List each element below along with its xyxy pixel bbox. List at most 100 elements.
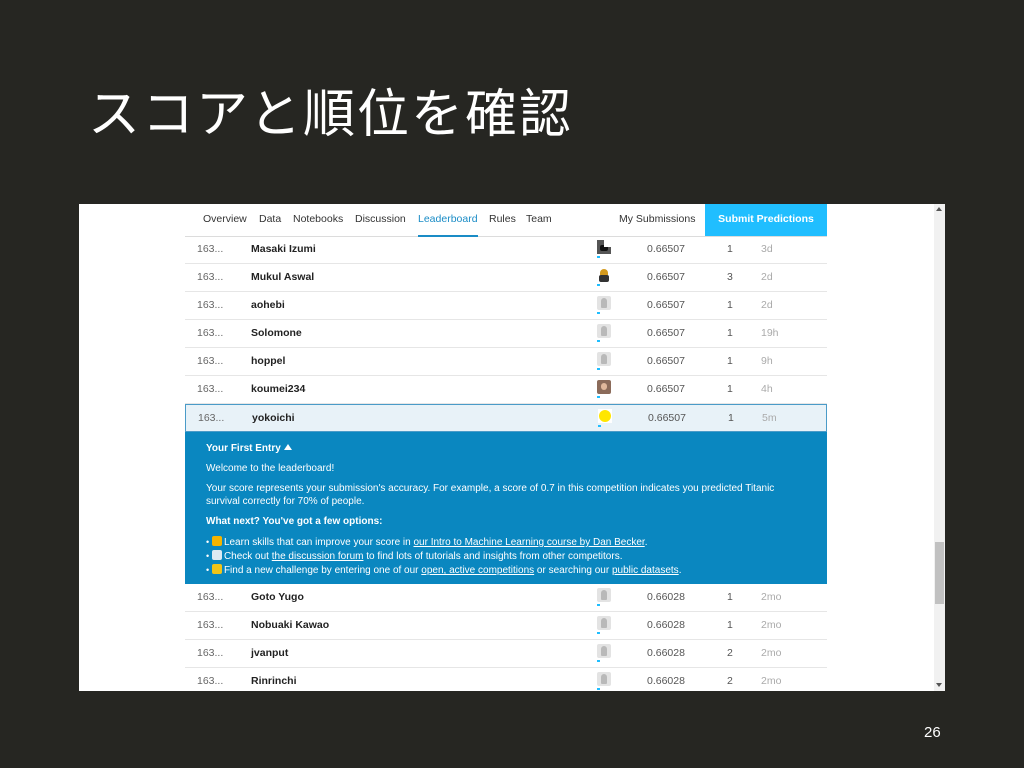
score-cell: 0.66507 [647, 327, 685, 339]
entries-cell: 1 [727, 355, 733, 367]
rank-cell: 163... [197, 591, 224, 603]
team-name-cell[interactable]: jvanput [251, 640, 288, 667]
table-row[interactable]: 163... yokoichi 0.66507 1 5m [185, 404, 827, 432]
kaggle-leaderboard-screenshot: Overview Data Notebooks Discussion Leade… [79, 204, 945, 691]
table-row[interactable]: 163... Goto Yugo 0.66028 1 2mo [185, 584, 827, 612]
smiley-avatar-icon[interactable] [598, 409, 612, 423]
tier-indicator [598, 425, 601, 427]
table-row[interactable]: 163... Nobuaki Kawao 0.66028 1 2mo [185, 612, 827, 640]
entries-cell: 1 [727, 383, 733, 395]
leaderboard-table: 163... Masaki Izumi 0.66507 1 3d 163... Mukul … [185, 236, 827, 691]
rank-cell: 163... [197, 383, 224, 395]
last-submission-cell: 2d [761, 271, 773, 283]
tier-indicator [597, 256, 600, 258]
scrollbar-thumb[interactable] [935, 542, 944, 604]
last-submission-cell: 4h [761, 383, 773, 395]
score-cell: 0.66028 [647, 647, 685, 659]
tab-notebooks[interactable]: Notebooks [293, 204, 343, 236]
entries-cell: 3 [727, 271, 733, 283]
submit-predictions-button[interactable]: Submit Predictions [705, 204, 827, 236]
default-avatar-icon[interactable] [597, 352, 611, 366]
team-name-cell[interactable]: Masaki Izumi [251, 236, 316, 263]
rank-cell: 163... [197, 327, 224, 339]
team-name-cell[interactable]: aohebi [251, 292, 285, 319]
tab-discussion[interactable]: Discussion [355, 204, 406, 236]
scroll-up-arrow-icon[interactable] [936, 207, 942, 211]
team-name-cell[interactable]: hoppel [251, 348, 285, 375]
team-name-cell[interactable]: Nobuaki Kawao [251, 612, 329, 639]
entries-cell: 1 [727, 243, 733, 255]
default-avatar-icon[interactable] [597, 588, 611, 602]
table-row[interactable]: 163... Masaki Izumi 0.66507 1 3d [185, 236, 827, 264]
last-submission-cell: 2mo [761, 647, 782, 659]
entries-cell: 1 [728, 412, 734, 424]
score-cell: 0.66507 [647, 299, 685, 311]
table-row[interactable]: 163... Rinrinchi 0.66028 2 2mo [185, 668, 827, 691]
score-cell: 0.66028 [647, 675, 685, 687]
tab-leaderboard[interactable]: Leaderboard [418, 204, 478, 237]
team-name-cell[interactable]: Mukul Aswal [251, 264, 314, 291]
default-avatar-icon[interactable] [597, 296, 611, 310]
table-row[interactable]: 163... Solomone 0.66507 1 19h [185, 320, 827, 348]
last-submission-cell: 2mo [761, 675, 782, 687]
banner-welcome: Welcome to the leaderboard! [206, 463, 335, 474]
active-competitions-link[interactable]: open, active competitions [421, 565, 534, 576]
tier-indicator [597, 632, 600, 634]
last-submission-cell: 19h [761, 327, 779, 339]
team-name-cell[interactable]: koumei234 [251, 376, 305, 403]
tier-indicator [597, 284, 600, 286]
table-row[interactable]: 163... jvanput 0.66028 2 2mo [185, 640, 827, 668]
first-entry-banner: Your First Entry Welcome to the leaderbo… [185, 432, 827, 584]
banner-option-learn: • Learn skills that can improve your sco… [206, 536, 648, 548]
score-cell: 0.66507 [647, 271, 685, 283]
entries-cell: 2 [727, 675, 733, 687]
intro-ml-course-link[interactable]: our Intro to Machine Learning course by … [413, 537, 644, 548]
last-submission-cell: 2d [761, 299, 773, 311]
default-avatar-icon[interactable] [597, 644, 611, 658]
last-submission-cell: 2mo [761, 619, 782, 631]
slide-title: スコアと順位を確認 [88, 85, 573, 145]
tab-rules[interactable]: Rules [489, 204, 516, 236]
my-submissions-link[interactable]: My Submissions [619, 204, 695, 236]
tier-indicator [597, 396, 600, 398]
team-name-cell[interactable]: Rinrinchi [251, 668, 297, 691]
photo-avatar-icon[interactable] [597, 380, 611, 394]
rank-cell: 163... [197, 299, 224, 311]
tab-team[interactable]: Team [526, 204, 552, 236]
score-cell: 0.66507 [647, 243, 685, 255]
trophy-icon [211, 564, 222, 574]
competition-nav: Overview Data Notebooks Discussion Leade… [185, 204, 827, 237]
vertical-scrollbar[interactable] [934, 204, 945, 691]
tab-overview[interactable]: Overview [203, 204, 247, 236]
tier-indicator [597, 340, 600, 342]
rank-cell: 163... [197, 271, 224, 283]
score-cell: 0.66507 [647, 383, 685, 395]
table-row[interactable]: 163... hoppel 0.66507 1 9h [185, 348, 827, 376]
table-row[interactable]: 163... koumei234 0.66507 1 4h [185, 376, 827, 404]
score-cell: 0.66507 [647, 355, 685, 367]
table-row[interactable]: 163... aohebi 0.66507 1 2d [185, 292, 827, 320]
tier-indicator [597, 688, 600, 690]
banner-description-line1: Your score represents your submission's … [206, 483, 775, 494]
team-name-cell[interactable]: Goto Yugo [251, 584, 304, 611]
rank-cell: 163... [197, 619, 224, 631]
tab-data[interactable]: Data [259, 204, 281, 236]
scroll-down-arrow-icon[interactable] [936, 683, 942, 687]
rank-cell: 163... [197, 675, 224, 687]
last-submission-cell: 5m [762, 412, 777, 424]
default-avatar-icon[interactable] [597, 616, 611, 630]
character-avatar-icon[interactable] [597, 268, 611, 282]
cat-avatar-icon[interactable] [597, 240, 611, 254]
banner-option-forum: • Check out the discussion forum to find… [206, 550, 623, 562]
score-cell: 0.66028 [647, 591, 685, 603]
tier-indicator [597, 660, 600, 662]
team-name-cell[interactable]: yokoichi [252, 405, 295, 432]
rank-cell: 163... [197, 355, 224, 367]
discussion-forum-link[interactable]: the discussion forum [272, 551, 364, 562]
tier-indicator [597, 604, 600, 606]
public-datasets-link[interactable]: public datasets [612, 565, 679, 576]
table-row[interactable]: 163... Mukul Aswal 0.66507 3 2d [185, 264, 827, 292]
default-avatar-icon[interactable] [597, 672, 611, 686]
team-name-cell[interactable]: Solomone [251, 320, 302, 347]
default-avatar-icon[interactable] [597, 324, 611, 338]
